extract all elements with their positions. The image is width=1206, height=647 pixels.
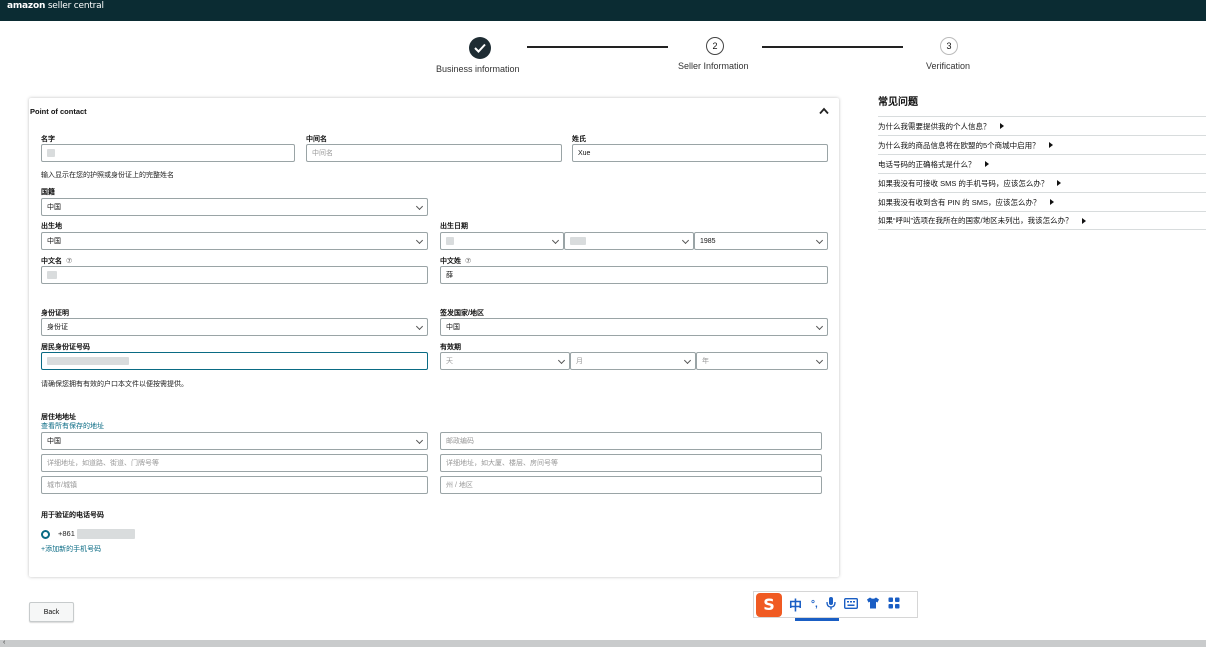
first-name-input[interactable]	[41, 144, 295, 162]
step-2-label: Seller Information	[678, 61, 749, 71]
id-number-input[interactable]	[41, 352, 428, 370]
id-number-label: 居民身份证号码	[41, 344, 90, 351]
phone-label: 用于验证的电话号码	[41, 512, 104, 519]
faq-title: 常见问题	[878, 97, 918, 108]
apps-icon[interactable]	[888, 597, 900, 612]
phone-number: +861	[58, 529, 135, 540]
street-address-input[interactable]: 详细地址，如道路、街道、门牌号等	[41, 454, 428, 472]
caret-right-icon	[999, 123, 1004, 129]
step-connector	[762, 46, 903, 48]
scroll-left-icon[interactable]: ‹	[3, 639, 5, 646]
nationality-label: 国籍	[41, 189, 55, 196]
id-hint: 请确保您拥有有效的户口本文件以便按需提供。	[41, 381, 188, 388]
faq-item[interactable]: 为什么我需要提供我的个人信息？	[878, 116, 1206, 135]
issuing-country-select[interactable]: 中国	[440, 318, 828, 336]
middle-name-label: 中间名	[306, 136, 327, 143]
help-icon[interactable]: ⑦	[465, 258, 471, 265]
chinese-first-name-input[interactable]	[41, 266, 428, 284]
ime-toolbar: S 中 °,	[753, 591, 918, 618]
faq-item[interactable]: 为什么我的商品信息将在欧盟的5个商城中启用？	[878, 135, 1206, 154]
expiry-day-select[interactable]: 天	[440, 352, 570, 370]
ime-language-toggle[interactable]: 中	[789, 595, 802, 614]
point-of-contact-card: Point of contact 名字 中间名 中间名 姓氏 Xue 输入显示在…	[29, 98, 839, 577]
faq-item[interactable]: 如果“呼叫”选项在我所在的国家/地区未列出，我该怎么办？	[878, 211, 1206, 230]
back-button[interactable]: Back	[29, 602, 74, 622]
caret-right-icon	[1081, 217, 1086, 224]
caret-right-icon	[1048, 142, 1053, 148]
step-2-circle: 2	[706, 37, 724, 55]
view-saved-addresses-link[interactable]: 查看所有保存的地址	[41, 421, 104, 431]
last-name-input[interactable]: Xue	[572, 144, 828, 162]
id-type-select[interactable]: 身份证	[41, 318, 428, 336]
expiry-year-select[interactable]: 年	[696, 352, 828, 370]
sogou-logo-icon[interactable]: S	[756, 592, 782, 617]
amazon-seller-central-logo[interactable]: amazon seller central	[7, 1, 104, 11]
horizontal-scrollbar[interactable]	[0, 640, 1206, 647]
postal-code-input[interactable]: 邮政编码	[440, 432, 822, 450]
dob-month-select[interactable]	[564, 232, 694, 250]
dob-label: 出生日期	[440, 223, 468, 230]
help-icon[interactable]: ⑦	[66, 258, 72, 265]
birthplace-select[interactable]: 中国	[41, 232, 428, 250]
expiry-label: 有效期	[440, 344, 461, 351]
faq-item[interactable]: 如果我没有收到含有 PIN 的 SMS，应该怎么办？	[878, 192, 1206, 211]
phone-radio[interactable]	[41, 530, 50, 539]
nationality-select[interactable]: 中国	[41, 198, 428, 216]
keyboard-icon[interactable]	[843, 597, 858, 612]
caret-right-icon	[1057, 180, 1062, 186]
step-connector	[527, 46, 668, 48]
faq-item[interactable]: 如果我没有可接收 SMS 的手机号码，应该怎么办？	[878, 173, 1206, 192]
state-region-input[interactable]: 州 / 地区	[440, 476, 822, 494]
expiry-month-select[interactable]: 月	[570, 352, 696, 370]
chinese-first-name-label: 中文名 ⑦	[41, 258, 73, 265]
building-address-input[interactable]: 详细地址，如大厦、楼层、房间号等	[440, 454, 822, 472]
caret-right-icon	[1049, 199, 1054, 205]
step-3-circle: 3	[940, 37, 958, 55]
birthplace-label: 出生地	[41, 223, 62, 230]
section-title: Point of contact	[30, 107, 87, 116]
faq-item[interactable]: 电话号码的正确格式是什么？	[878, 154, 1206, 173]
skin-icon[interactable]	[866, 597, 880, 612]
top-bar: amazon seller central	[0, 0, 1206, 21]
city-input[interactable]: 城市/城镇	[41, 476, 428, 494]
step-3-label: Verification	[926, 61, 971, 71]
last-name-label: 姓氏	[572, 136, 586, 143]
mic-icon[interactable]	[826, 596, 836, 613]
first-name-label: 名字	[41, 136, 55, 143]
chinese-last-name-input[interactable]: 薛	[440, 266, 828, 284]
ime-underline	[795, 618, 839, 621]
punctuation-toggle[interactable]: °,	[811, 599, 818, 610]
middle-name-input[interactable]: 中间名	[306, 144, 562, 162]
id-type-label: 身份证明	[41, 310, 69, 317]
address-country-select[interactable]: 中国	[41, 432, 428, 450]
dob-year-select[interactable]: 1985	[694, 232, 828, 250]
step-1-label: Business information	[436, 64, 520, 74]
name-hint: 输入显示在您的护照或身份证上的完整姓名	[41, 172, 174, 179]
add-phone-link[interactable]: +添加新的手机号码	[41, 544, 101, 554]
dob-day-select[interactable]	[440, 232, 564, 250]
chinese-last-name-label: 中文姓 ⑦	[440, 258, 472, 265]
step-1-checkmark-icon	[469, 37, 491, 59]
issuing-country-label: 签发国家/地区	[440, 310, 484, 317]
chevron-up-icon[interactable]	[819, 107, 829, 115]
caret-right-icon	[984, 161, 989, 167]
